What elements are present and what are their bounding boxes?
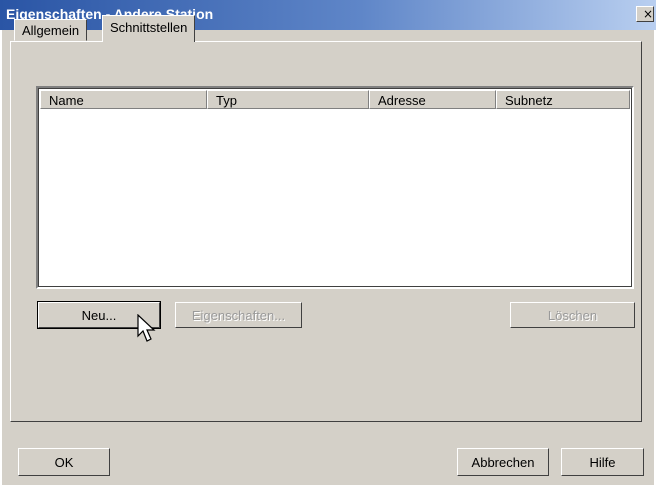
- mouse-pointer-icon: [137, 314, 156, 342]
- list-header: Name Typ Adresse Subnetz: [40, 90, 630, 109]
- close-button[interactable]: ×: [636, 6, 654, 22]
- column-header-typ[interactable]: Typ: [207, 90, 369, 109]
- close-icon: ×: [643, 7, 654, 21]
- help-button[interactable]: Hilfe: [561, 448, 644, 476]
- column-header-subnetz[interactable]: Subnetz: [496, 90, 630, 109]
- interfaces-list[interactable]: Name Typ Adresse Subnetz: [36, 86, 634, 289]
- properties-button[interactable]: Eigenschaften...: [175, 302, 302, 328]
- cancel-button[interactable]: Abbrechen: [457, 448, 549, 476]
- column-header-name[interactable]: Name: [40, 90, 207, 109]
- title-bar: Eigenschaften - Andere Station ×: [0, 0, 656, 30]
- tab-schnittstellen[interactable]: Schnittstellen: [102, 15, 196, 42]
- column-header-adresse[interactable]: Adresse: [369, 90, 496, 109]
- delete-button[interactable]: Löschen: [510, 302, 635, 328]
- ok-button[interactable]: OK: [18, 448, 110, 476]
- tab-allgemein[interactable]: Allgemein: [14, 19, 88, 41]
